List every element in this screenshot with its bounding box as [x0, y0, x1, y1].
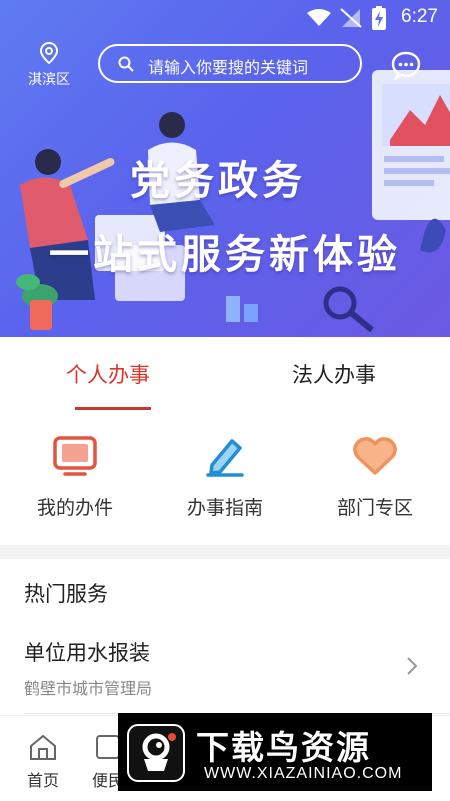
search-icon: [118, 56, 134, 72]
chevron-right-icon: [407, 657, 418, 675]
service-title: 单位用水报装: [24, 641, 150, 665]
shortcut-guide[interactable]: 办事指南: [165, 435, 285, 520]
heart-icon: [353, 437, 397, 475]
home-icon: [30, 734, 56, 760]
location-selector[interactable]: 淇滨区: [22, 41, 76, 89]
nav-home[interactable]: 首页: [13, 733, 73, 791]
section-divider: [0, 545, 450, 559]
tab-corporate[interactable]: 法人办事: [292, 359, 376, 389]
monitor-icon: [53, 436, 97, 476]
bird-logo-icon: [127, 724, 185, 782]
search-placeholder: 请输入你要搜的关键词: [148, 58, 309, 77]
active-tab-indicator: [75, 407, 151, 410]
watermark-url: WWW.XIAZAINIAO.COM: [204, 765, 403, 782]
service-tabs: 个人办事 法人办事: [0, 337, 450, 415]
banner-subheadline: 一站式服务新体验: [49, 232, 401, 278]
watermark-title: 下载鸟资源: [196, 728, 371, 767]
hot-services-title: 热门服务: [24, 582, 108, 606]
shortcut-guide-label: 办事指南: [186, 497, 263, 519]
watermark-overlay: 下载鸟资源 WWW.XIAZAINIAO.COM: [118, 713, 432, 791]
shortcut-my-cases-label: 我的办件: [36, 497, 113, 519]
shortcut-my-cases[interactable]: 我的办件: [15, 435, 135, 520]
tab-personal[interactable]: 个人办事: [66, 359, 150, 389]
shortcut-departments-label: 部门专区: [336, 497, 413, 519]
status-bar: 6:27: [0, 0, 450, 34]
hero-banner[interactable]: 6:27 淇滨区 请输入你要搜的关键词 党务政务 一站式服务新体验: [0, 0, 450, 337]
message-icon[interactable]: [390, 50, 422, 80]
signal-icon: [340, 8, 362, 28]
wifi-icon: [307, 9, 331, 26]
location-label: 淇滨区: [28, 72, 70, 88]
service-department: 鹤壁市城市管理局: [24, 679, 153, 698]
banner-headline: 党务政务: [130, 158, 306, 204]
shortcut-departments[interactable]: 部门专区: [315, 435, 435, 520]
shortcut-grid: 我的办件 办事指南 部门专区: [0, 420, 450, 545]
battery-charging-icon: [372, 6, 386, 30]
nav-home-label: 首页: [26, 771, 59, 790]
status-time: 6:27: [401, 6, 438, 27]
search-bar[interactable]: 请输入你要搜的关键词: [98, 44, 362, 83]
pencil-icon: [206, 439, 244, 477]
location-pin-icon: [39, 41, 59, 65]
